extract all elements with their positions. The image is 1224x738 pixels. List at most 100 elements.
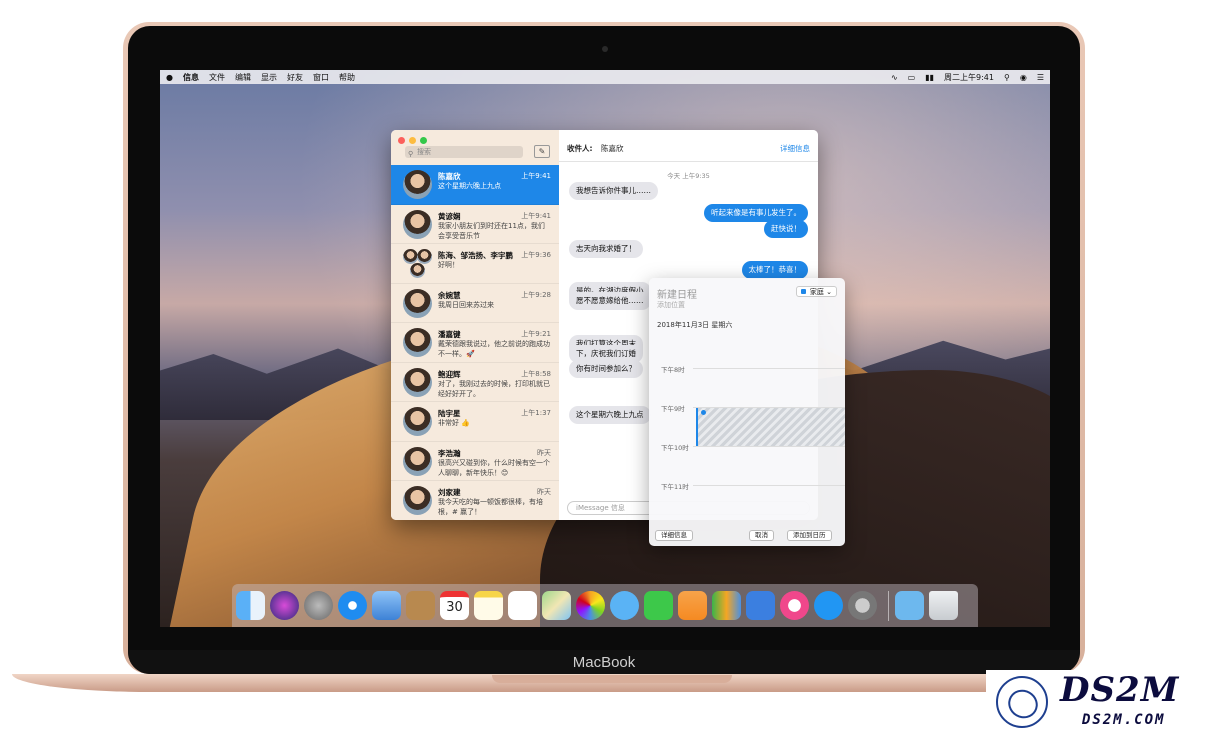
photos-icon[interactable] <box>576 591 605 620</box>
siri-icon[interactable] <box>270 591 299 620</box>
keynote-icon[interactable] <box>746 591 775 620</box>
avatar <box>403 446 432 476</box>
conversation-preview: 好啊！ <box>438 261 459 269</box>
close-button[interactable] <box>398 137 405 144</box>
hour-line <box>693 368 845 369</box>
conversation-preview: 我家小朋友们到时还在11点，我们会享受音乐节 <box>438 221 545 240</box>
conversation-preview: 我周日回来苏过来 <box>438 300 494 309</box>
event-title-field[interactable]: 新建日程 <box>657 286 697 301</box>
avatar <box>403 407 432 436</box>
event-start-handle[interactable] <box>701 410 706 415</box>
wifi-icon[interactable]: ∿ <box>891 73 898 82</box>
hour-label: 下午10时 <box>661 444 689 452</box>
calendar-color-icon <box>800 289 806 294</box>
menu-file[interactable]: 文件 <box>209 72 225 83</box>
minimize-button[interactable] <box>409 137 416 144</box>
screenshot: ● 信息 文件 编辑 显示 好友 窗口 帮助 ∿ ▭ ▮▮ 周二上午9:41 ⚲… <box>0 0 1224 738</box>
siri-menu-icon[interactable]: ◉ <box>1020 73 1027 82</box>
avatar <box>403 486 432 515</box>
chat-header: 收件人: 陈嘉欣 详细信息 <box>559 130 818 162</box>
conversation-item[interactable]: 黄谚娴 上午9:41 我家小朋友们到时还在11点，我们会享受音乐节 <box>391 205 559 244</box>
event-block[interactable] <box>696 408 845 446</box>
conversation-item[interactable]: 刘家建 昨天 我今天吃的每一顿饭都很棒，有培根，# 赢了！ <box>391 481 559 520</box>
add-to-calendar-button[interactable]: 添加到日历 <box>787 530 832 541</box>
conversation-item[interactable]: 陈海、邹浩扬、李宇鹏 上午9:36 好啊！ <box>391 244 559 284</box>
menu-view[interactable]: 显示 <box>261 72 277 83</box>
notes-icon[interactable] <box>474 591 503 620</box>
preferences-icon[interactable] <box>848 591 877 620</box>
appstore-icon[interactable] <box>814 591 843 620</box>
cancel-button[interactable]: 取消 <box>749 530 774 541</box>
message-bubble-in: 这个星期六晚上九点 <box>569 406 651 424</box>
finder-icon[interactable] <box>236 591 265 620</box>
conversation-time: 上午9:41 <box>521 211 551 220</box>
menu-window[interactable]: 窗口 <box>313 72 329 83</box>
avatar <box>403 288 432 318</box>
messages-icon[interactable] <box>610 591 639 620</box>
reminders-icon[interactable] <box>508 591 537 620</box>
clock[interactable]: 周二上午9:41 <box>944 72 994 83</box>
recipient-label: 收件人: <box>567 144 593 153</box>
status-area: ∿ ▭ ▮▮ 周二上午9:41 ⚲ ◉ ☰ <box>881 72 1044 83</box>
conversation-time: 上午9:41 <box>521 172 551 180</box>
calendar-icon[interactable]: 30 <box>440 591 469 620</box>
facetime-icon[interactable] <box>644 591 673 620</box>
conversation-item[interactable]: 陆宇星 上午1:37 非常好 👍 <box>391 402 559 442</box>
desktop-screen: ● 信息 文件 编辑 显示 好友 窗口 帮助 ∿ ▭ ▮▮ 周二上午9:41 ⚲… <box>160 70 1050 627</box>
conversation-time: 上午8:58 <box>521 369 551 378</box>
group-avatar <box>403 249 432 278</box>
dock: 30 <box>232 584 978 627</box>
watermark-logo-icon <box>996 676 1048 728</box>
conversation-time: 上午1:37 <box>521 409 551 417</box>
conversation-item[interactable]: 鲍迎辉 上午8:58 对了，我刚过去的时候，打印机就已经好好开了。 <box>391 363 559 402</box>
avatar <box>403 170 432 199</box>
spotlight-icon[interactable]: ⚲ <box>1004 73 1010 82</box>
hour-label: 下午9时 <box>661 405 685 413</box>
apple-menu-icon[interactable]: ● <box>166 73 173 82</box>
menu-help[interactable]: 帮助 <box>339 72 355 83</box>
contacts-icon[interactable] <box>406 591 435 620</box>
conversation-preview: 对了，我刚过去的时候，打印机就已经好好开了。 <box>438 379 550 398</box>
battery-icon[interactable]: ▮▮ <box>925 73 934 82</box>
conversation-time: 昨天 <box>537 448 551 457</box>
search-placeholder: 搜索 <box>417 148 431 156</box>
menu-buddies[interactable]: 好友 <box>287 72 303 83</box>
chevron-down-icon: ⌄ <box>826 288 832 296</box>
zoom-button[interactable] <box>420 137 427 144</box>
hour-line <box>693 485 845 486</box>
conversation-preview: 我今天吃的每一顿饭都很棒，有培根，# 赢了！ <box>438 498 543 516</box>
watermark-sub: DS2M.COM <box>1082 712 1166 728</box>
launchpad-icon[interactable] <box>304 591 333 620</box>
conversation-item[interactable]: 陈嘉欣 上午9:41 这个星期六晚上九点 <box>391 165 559 205</box>
itunes-icon[interactable] <box>780 591 809 620</box>
airplay-icon[interactable]: ▭ <box>908 73 916 82</box>
search-input[interactable]: ⚲ 搜索 <box>405 146 523 158</box>
details-link[interactable]: 详细信息 <box>780 143 810 154</box>
conversation-item[interactable]: 余婉慧 上午9:28 我周日回来苏过来 <box>391 284 559 323</box>
details-button[interactable]: 详细信息 <box>655 530 693 541</box>
menu-edit[interactable]: 编辑 <box>235 72 251 83</box>
downloads-icon[interactable] <box>895 591 924 620</box>
chat-timestamp: 今天 上午9:35 <box>667 172 710 180</box>
trash-icon[interactable] <box>929 591 958 620</box>
avatar <box>403 209 432 239</box>
conversation-preview: 非常好 👍 <box>438 419 470 427</box>
compose-button[interactable]: ✎ <box>534 145 550 158</box>
safari-icon[interactable] <box>338 591 367 620</box>
recipient-name[interactable]: 陈嘉欣 <box>601 143 624 154</box>
notification-center-icon[interactable]: ☰ <box>1037 73 1044 82</box>
numbers-icon[interactable] <box>712 591 741 620</box>
conversation-time: 上午9:28 <box>521 290 551 299</box>
message-bubble-in: 我想告诉你件事儿…… <box>569 182 658 200</box>
menu-messages[interactable]: 信息 <box>183 72 199 83</box>
conversation-item[interactable]: 李浩瀚 昨天 很高兴又碰到你，什么时候有空一个人聊聊，新年快乐！😊 <box>391 442 559 481</box>
message-bubble-in: 愿不愿意嫁给他…… <box>569 292 651 310</box>
conversation-item[interactable]: 潘嘉键 上午9:21 戴荣德跟我说过，他之前说的跑成功不一样。🚀 <box>391 323 559 363</box>
mail-icon[interactable] <box>372 591 401 620</box>
calendar-select[interactable]: 家庭 ⌄ <box>795 286 837 297</box>
avatar <box>403 328 432 357</box>
dock-separator <box>888 590 889 621</box>
maps-icon[interactable] <box>542 591 571 620</box>
event-location-field[interactable]: 添加位置 <box>657 300 685 310</box>
pages-icon[interactable] <box>678 591 707 620</box>
